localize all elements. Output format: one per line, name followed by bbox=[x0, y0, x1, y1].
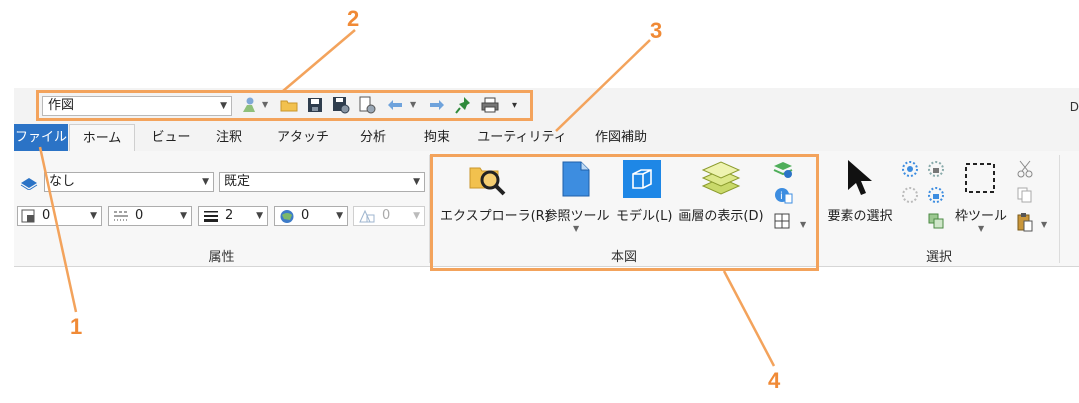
callout-lines bbox=[38, 29, 776, 367]
callout-number-2: 2 bbox=[347, 6, 360, 31]
callout-number-4: 4 bbox=[768, 368, 781, 393]
callout-number-1: 1 bbox=[70, 314, 83, 339]
callout-number-3: 3 bbox=[650, 18, 663, 43]
